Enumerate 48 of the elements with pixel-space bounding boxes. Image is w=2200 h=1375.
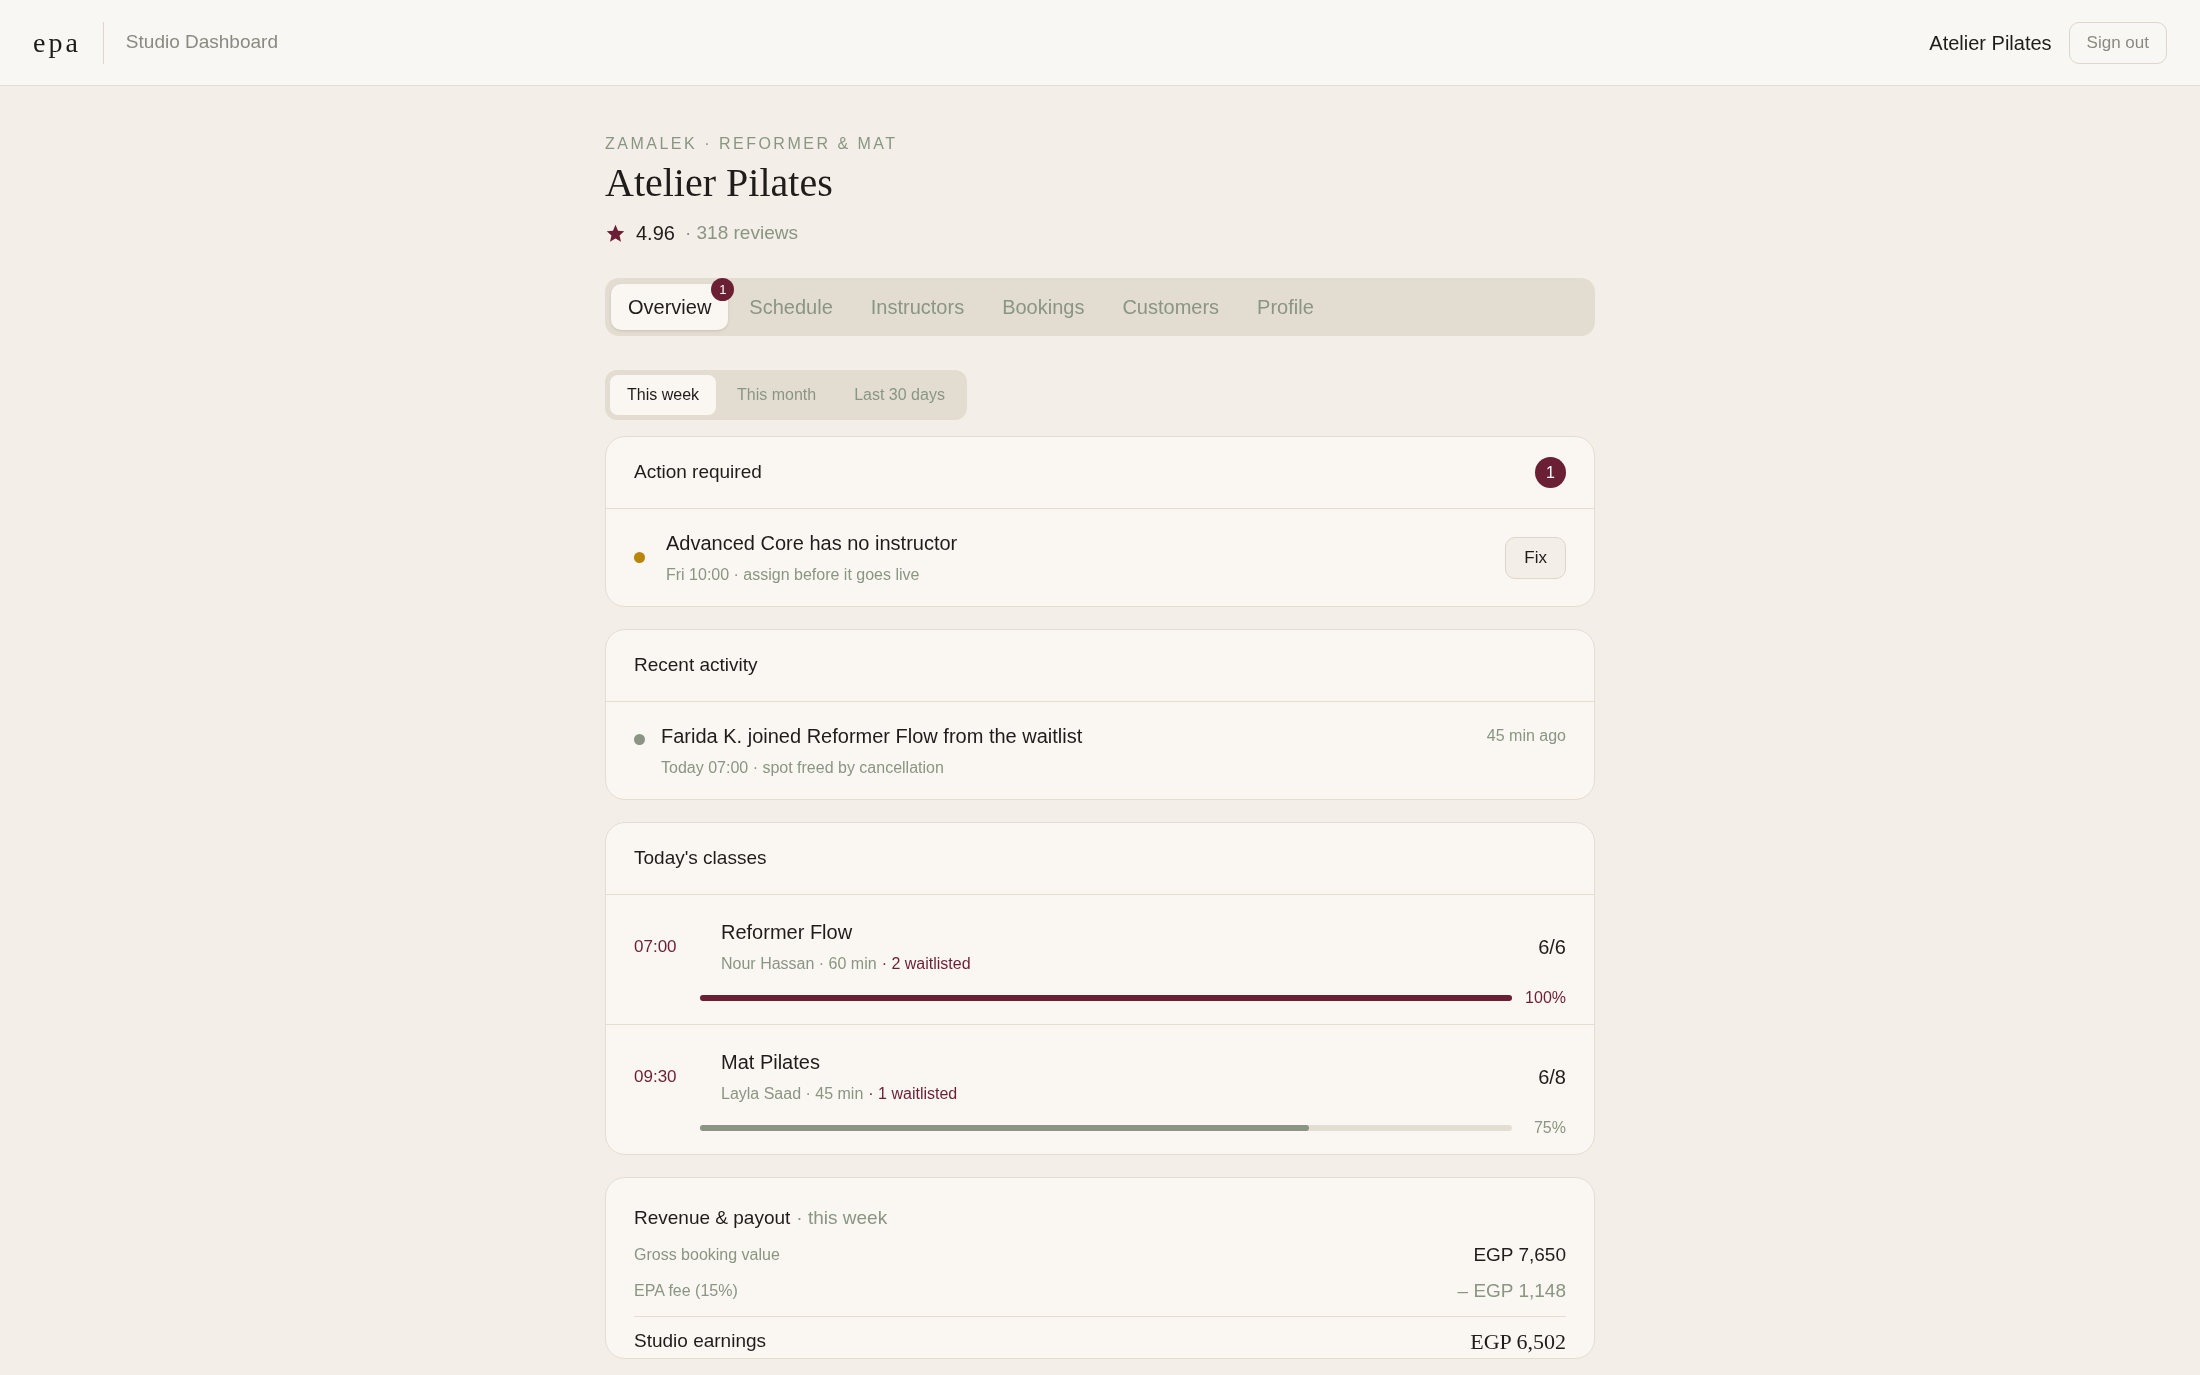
review-count: · 318 reviews	[684, 220, 798, 245]
tab[interactable]: Instructors	[853, 284, 982, 330]
activity-detail: Today 07:00 · spot freed by cancellation	[661, 758, 945, 778]
period-tab[interactable]: This week	[610, 375, 717, 415]
class-details: Layla Saad · 45 min	[721, 1084, 864, 1104]
capacity-percent: 100%	[1524, 988, 1566, 1008]
rating-value: 4.96	[636, 221, 675, 246]
activity-time: 45 min ago	[1486, 726, 1566, 746]
card-title: Today's classes	[634, 846, 767, 871]
revenue-label: EPA fee (15%)	[634, 1281, 738, 1302]
tab[interactable]: Profile	[1240, 284, 1331, 330]
waitlist-count: · 2 waitlisted	[881, 954, 971, 974]
waitlist-count: · 1 waitlisted	[868, 1084, 958, 1104]
sign-out-button[interactable]: Sign out	[2068, 21, 2167, 64]
class-time: 09:30	[634, 1065, 678, 1088]
class-time: 07:00	[634, 935, 678, 958]
alert-detail: Fri 10:00 · assign before it goes live	[666, 565, 921, 585]
fix-button[interactable]: Fix	[1505, 536, 1566, 579]
class-name: Mat Pilates	[721, 1050, 821, 1075]
logo[interactable]: epa	[33, 21, 104, 64]
star-icon	[605, 222, 626, 244]
alert-title: Advanced Core has no instructor	[666, 531, 959, 556]
activity-title: Farida K. joined Reformer Flow from the waitlist	[661, 724, 1084, 749]
class-name: Reformer Flow	[721, 920, 854, 945]
revenue-value: – EGP 1,148	[1457, 1279, 1566, 1303]
card-title: Revenue & payout	[634, 1206, 791, 1230]
class-capacity: 6/8	[1538, 1064, 1566, 1090]
studio-title: Atelier Pilates	[605, 159, 834, 207]
card-title: Recent activity	[634, 653, 758, 678]
dashboard-title: Studio Dashboard	[124, 30, 278, 55]
studio-subtitle: ZAMALEK · REFORMER & MAT	[605, 134, 899, 154]
class-details: Nour Hassan · 60 min	[721, 954, 877, 974]
notification-badge: 1	[711, 278, 735, 301]
capacity-percent: 75%	[1532, 1118, 1566, 1138]
period-tab[interactable]: This month	[720, 375, 834, 415]
tab[interactable]: Customers	[1105, 284, 1237, 330]
card-title: Action required	[634, 460, 762, 485]
period-label: · this week	[796, 1206, 888, 1230]
tab[interactable]: Bookings	[985, 284, 1102, 330]
tab[interactable]: Schedule	[732, 284, 850, 330]
period-tab[interactable]: Last 30 days	[837, 375, 962, 415]
revenue-label: Studio earnings	[634, 1328, 767, 1353]
class-capacity: 6/6	[1538, 934, 1566, 960]
revenue-value: EGP 6,502	[1470, 1327, 1566, 1356]
revenue-label: Gross booking value	[634, 1244, 780, 1265]
studio-name: Atelier Pilates	[1929, 30, 2052, 56]
count-badge: 1	[1535, 457, 1566, 488]
revenue-value: EGP 7,650	[1473, 1242, 1566, 1267]
